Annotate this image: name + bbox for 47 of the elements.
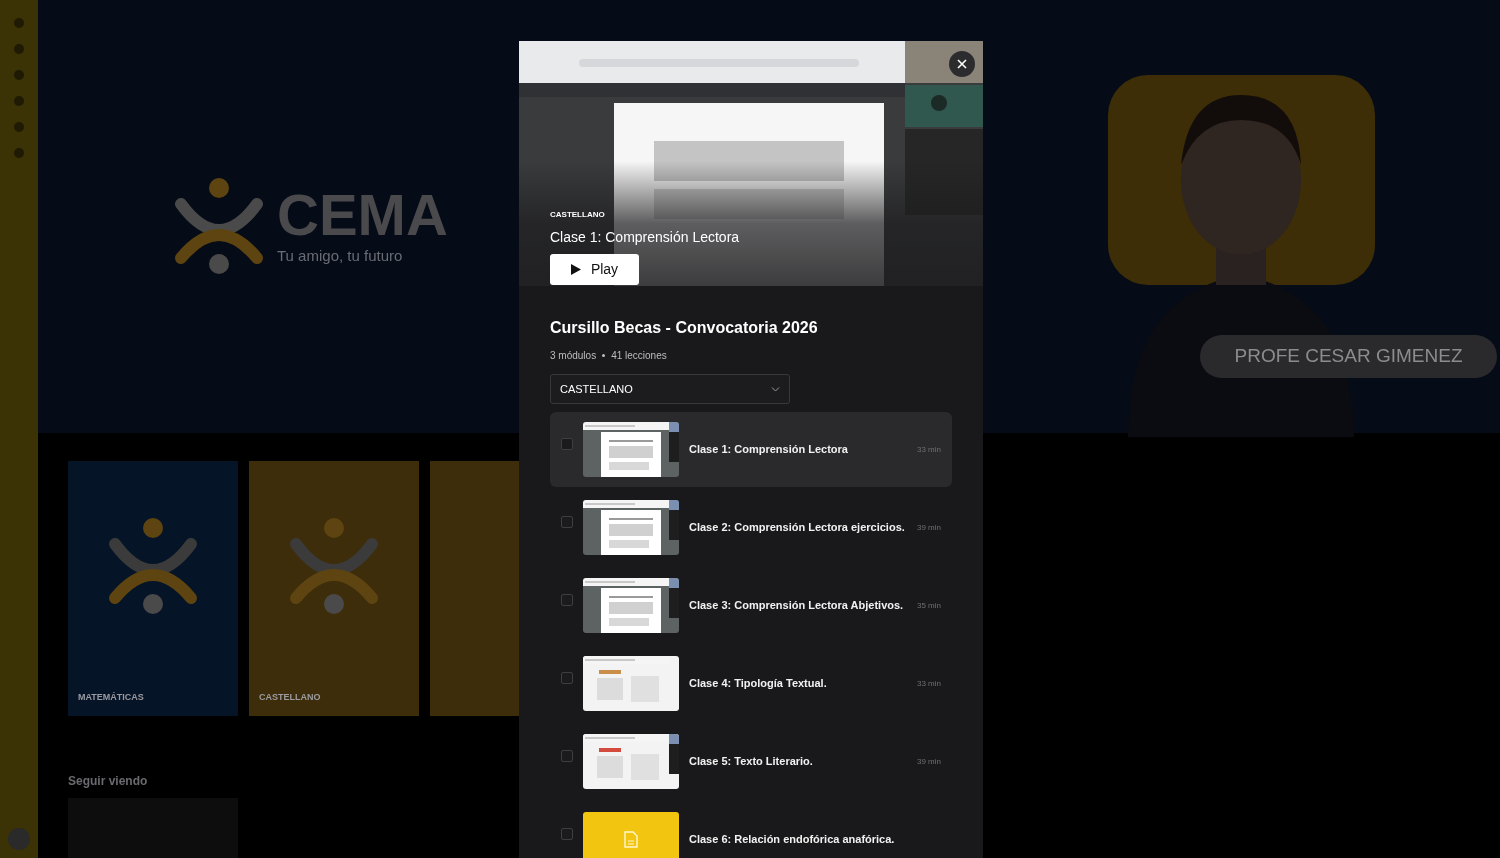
avatar[interactable] bbox=[8, 828, 30, 850]
nav-icon[interactable] bbox=[14, 148, 24, 158]
section-title: Seguir viendo bbox=[68, 773, 149, 791]
lesson-count: 41 lecciones bbox=[611, 349, 667, 363]
checkbox[interactable] bbox=[561, 515, 573, 528]
lesson-title: Clase 3: Comprensión Lectora Abjetivos. bbox=[689, 598, 905, 614]
lesson-item[interactable]: Clase 5: Texto Literario. 39 min bbox=[550, 724, 952, 799]
checkbox[interactable] bbox=[561, 749, 573, 762]
nav-icon[interactable] bbox=[14, 18, 24, 28]
lesson-title: Clase 4: Tipología Textual. bbox=[689, 676, 828, 692]
module-select[interactable]: CASTELLANO bbox=[550, 374, 790, 404]
checkbox[interactable] bbox=[561, 827, 573, 840]
lesson-title: Clase 2: Comprensión Lectora ejercicios. bbox=[689, 520, 906, 536]
nav-icon[interactable] bbox=[14, 122, 24, 132]
card-label: CASTELLANO bbox=[259, 691, 321, 704]
nav-icon[interactable] bbox=[14, 96, 24, 106]
play-icon bbox=[570, 264, 581, 275]
checkbox[interactable] bbox=[561, 437, 573, 450]
lesson-item[interactable]: Clase 6: Relación endofórica anafórica. bbox=[550, 802, 952, 858]
course-card[interactable]: CASTELLANO bbox=[249, 461, 419, 717]
card-label: MATEMÁTICAS bbox=[78, 691, 144, 704]
play-button[interactable]: Play bbox=[550, 254, 639, 285]
lesson-title: Clase 5: Texto Literario. bbox=[689, 754, 814, 770]
brand-tagline: Tu amigo, tu futuro bbox=[277, 245, 404, 266]
nav-icon[interactable] bbox=[14, 44, 24, 54]
lesson-item[interactable]: Clase 2: Comprensión Lectora ejercicios. 39 min bbox=[550, 490, 952, 565]
checkbox[interactable] bbox=[561, 671, 573, 684]
chevron-down-icon bbox=[771, 386, 780, 392]
course-card[interactable]: MATEMÁTICAS bbox=[68, 461, 238, 717]
lesson-duration: 39 min bbox=[917, 755, 941, 768]
course-title: Cursillo Becas - Convocatoria 2026 bbox=[550, 318, 819, 338]
lesson-title: Clase 6: Relación endofórica anafórica. bbox=[689, 832, 896, 848]
lesson-duration: 35 min bbox=[917, 599, 941, 612]
module-count: 3 módulos bbox=[550, 349, 597, 363]
brand-name: CEMA bbox=[277, 184, 448, 245]
lesson-item[interactable]: Clase 4: Tipología Textual. 33 min bbox=[550, 646, 952, 721]
hero-title: Clase 1: Comprensión Lectora bbox=[550, 228, 740, 247]
close-icon bbox=[957, 59, 967, 69]
lesson-duration: 39 min bbox=[917, 521, 941, 534]
hero-module: CASTELLANO bbox=[550, 209, 606, 221]
checkbox[interactable] bbox=[561, 593, 573, 606]
lesson-duration: 33 min bbox=[917, 677, 941, 690]
lesson-item[interactable]: Clase 3: Comprensión Lectora Abjetivos. 35 min bbox=[550, 568, 952, 643]
nav-icon[interactable] bbox=[14, 70, 24, 80]
lesson-title: Clase 1: Comprensión Lectora bbox=[689, 442, 849, 458]
teacher-name-tag: PROFE CESAR GIMENEZ bbox=[1200, 335, 1497, 378]
file-icon bbox=[624, 831, 638, 848]
